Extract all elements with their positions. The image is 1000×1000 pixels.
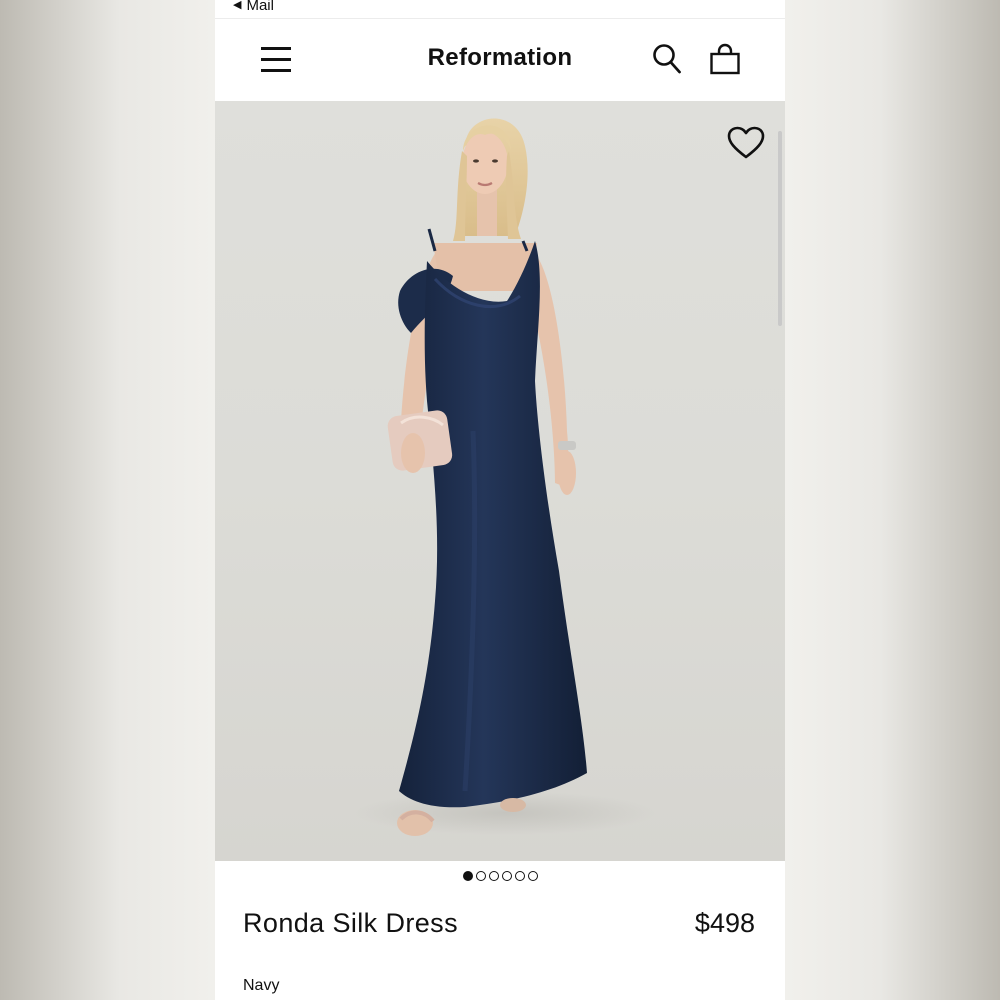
phone-screen: ◀ Mail Reformation Ronda Silk Dress $498… [215,0,785,1000]
gallery-pagination [215,871,785,885]
product-name: Ronda Silk Dress [243,908,458,938]
gallery-dot[interactable] [475,871,486,881]
heart-icon[interactable] [726,125,766,161]
search-icon[interactable] [652,43,682,75]
gallery-dot[interactable] [488,871,499,881]
gallery-dot[interactable] [462,871,473,881]
model-photo [355,118,655,836]
product-price: $498 [694,908,755,938]
shopping-bag-icon[interactable] [709,43,741,77]
back-triangle-icon: ◀ [233,0,242,11]
gallery-dot[interactable] [501,871,512,881]
back-to-mail-link[interactable]: ◀ Mail [233,0,274,15]
product-image[interactable] [215,101,785,861]
product-color: Navy [243,977,280,994]
status-bar: ◀ Mail [215,0,785,19]
brand-logo[interactable]: Reformation [215,44,785,72]
back-label: Mail [246,0,274,14]
site-header: Reformation [215,19,785,101]
gallery-dot[interactable] [527,871,538,881]
page-scrollbar[interactable] [778,131,782,326]
gallery-dot[interactable] [514,871,525,881]
